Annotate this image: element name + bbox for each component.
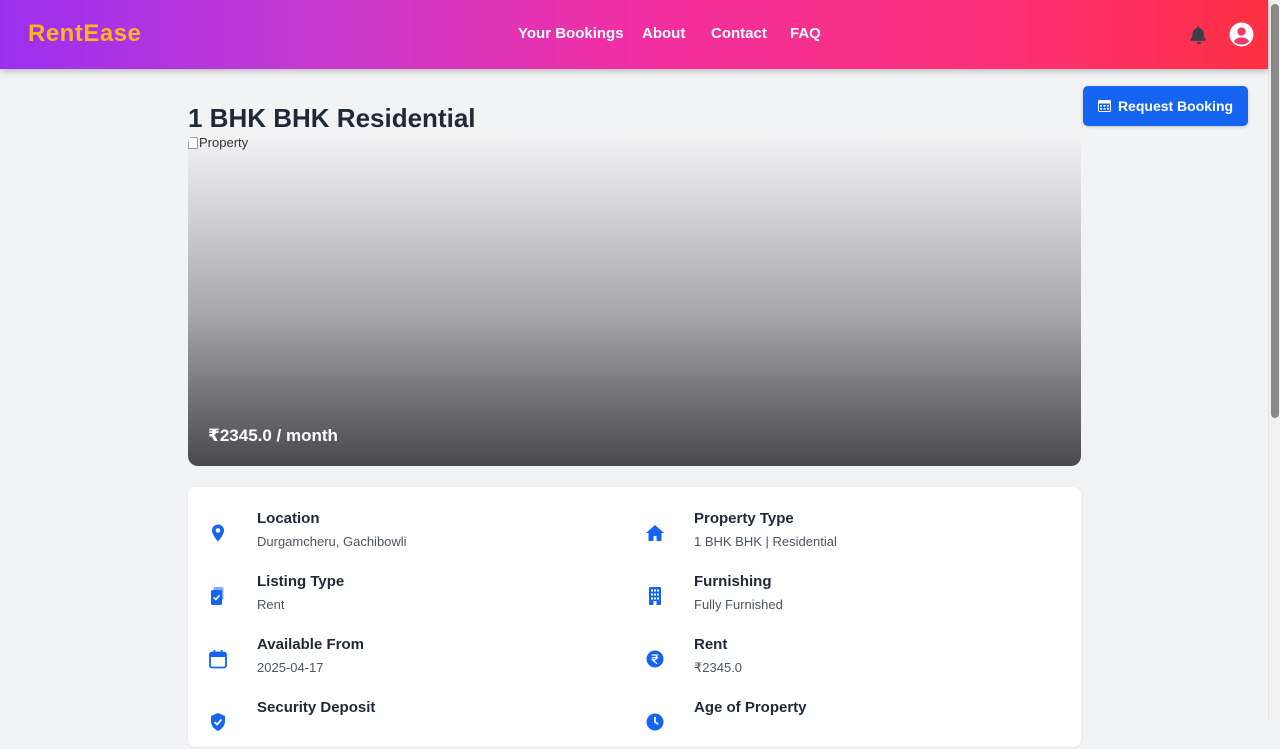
detail-value: ₹2345.0 <box>694 660 743 675</box>
detail-furnishing: Furnishing Fully Furnished <box>645 573 1045 623</box>
nav-your-bookings[interactable]: Your Bookings <box>518 25 624 42</box>
page-scrollbar[interactable] <box>1268 0 1280 720</box>
user-avatar-icon[interactable] <box>1229 22 1254 47</box>
detail-value: Fully Furnished <box>694 597 783 612</box>
detail-label: Property Type <box>694 510 794 527</box>
detail-label: Furnishing <box>694 573 772 590</box>
detail-label: Age of Property <box>694 699 807 716</box>
request-booking-label: Request Booking <box>1117 98 1234 114</box>
image-alt-text: Property <box>199 135 249 150</box>
navbar: RentEase Your Bookings About Contact FAQ <box>0 0 1268 69</box>
clock-icon <box>646 713 664 731</box>
detail-property-type: Property Type 1 BHK BHK | Residential <box>645 510 1045 560</box>
building-icon <box>649 587 661 605</box>
detail-listing-type: Listing Type Rent <box>208 573 608 623</box>
detail-value: Durgamcheru, Gachibowli <box>257 534 407 549</box>
detail-age-of-property: Age of Property <box>645 699 1045 749</box>
detail-rent: Rent ₹2345.0 <box>645 636 1045 686</box>
property-title: 1 BHK BHK Residential <box>188 103 476 133</box>
property-details-card: Location Durgamcheru, Gachibowli Propert… <box>188 487 1081 747</box>
detail-location: Location Durgamcheru, Gachibowli <box>208 510 608 560</box>
request-booking-button[interactable]: Request Booking <box>1083 86 1248 126</box>
detail-value: 2025-04-17 <box>257 660 324 675</box>
shield-check-icon <box>211 713 225 731</box>
detail-label: Listing Type <box>257 573 345 590</box>
detail-security-deposit: Security Deposit <box>208 699 608 749</box>
location-pin-icon <box>212 524 224 542</box>
broken-image-placeholder: Property <box>188 135 248 150</box>
detail-value: Rent <box>257 597 285 612</box>
clipboard-check-icon <box>211 587 224 605</box>
nav-links: Your Bookings About Contact FAQ <box>0 25 1268 45</box>
calendar-grid-icon <box>1097 100 1111 112</box>
property-image: Property ₹2345.0 / month <box>188 134 1081 466</box>
price-per-month: ₹2345.0 / month <box>208 426 338 445</box>
detail-label: Available From <box>257 636 364 653</box>
bell-icon[interactable] <box>1188 24 1210 46</box>
nav-about[interactable]: About <box>642 25 685 42</box>
rupee-icon <box>646 650 664 668</box>
home-icon <box>646 525 664 541</box>
detail-label: Security Deposit <box>257 699 376 716</box>
broken-image-icon <box>188 136 198 149</box>
detail-label: Location <box>257 510 320 527</box>
detail-available-from: Available From 2025-04-17 <box>208 636 608 686</box>
nav-faq[interactable]: FAQ <box>790 25 821 42</box>
calendar-icon <box>209 650 227 669</box>
detail-value: 1 BHK BHK | Residential <box>694 534 837 549</box>
scrollbar-thumb[interactable] <box>1271 4 1279 418</box>
detail-label: Rent <box>694 636 728 653</box>
nav-contact[interactable]: Contact <box>711 25 767 42</box>
